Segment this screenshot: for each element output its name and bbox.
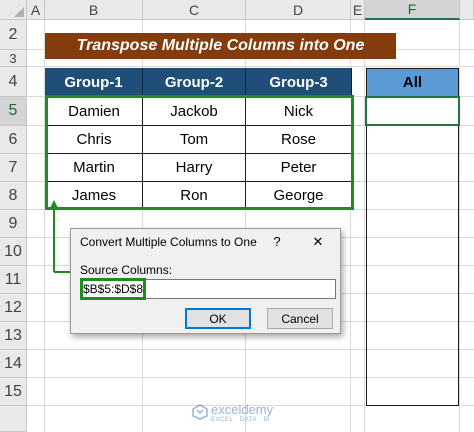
row-header-15[interactable]: 15 (0, 378, 27, 406)
row-header-5[interactable]: 5 (0, 97, 27, 126)
gridline (364, 20, 365, 432)
row-header-12[interactable]: 12 (0, 294, 27, 322)
watermark: exceldemy EXCEL · DATA · BI (192, 402, 292, 428)
table-header-group-2[interactable]: Group-2 (143, 68, 246, 97)
source-columns-label: Source Columns: (80, 263, 173, 277)
column-header-b[interactable]: B (45, 0, 143, 20)
row-header-7[interactable]: 7 (0, 154, 27, 182)
watermark-tagline: EXCEL · DATA · BI (211, 417, 271, 423)
row-header-8[interactable]: 8 (0, 182, 27, 210)
row-header-6[interactable]: 6 (0, 126, 27, 154)
row-header-14[interactable]: 14 (0, 350, 27, 378)
row-header-10[interactable]: 10 (0, 238, 27, 266)
output-header-all[interactable]: All (366, 68, 459, 97)
exceldemy-logo-icon (192, 404, 208, 420)
column-header-f[interactable]: F (365, 0, 460, 20)
dialog-title: Convert Multiple Columns to One (80, 235, 257, 249)
column-header-d[interactable]: D (246, 0, 351, 20)
active-cell-f5[interactable] (365, 96, 460, 126)
watermark-name: exceldemy (211, 402, 274, 417)
gridline (459, 20, 460, 432)
ok-button[interactable]: OK (185, 308, 251, 329)
convert-columns-dialog: Convert Multiple Columns to One ? ✕ Sour… (70, 228, 341, 334)
column-header-a[interactable]: A (27, 0, 45, 20)
gridline (27, 66, 474, 67)
select-all-corner[interactable] (0, 0, 27, 20)
table-header-group-3[interactable]: Group-3 (246, 68, 352, 97)
cancel-button[interactable]: Cancel (267, 308, 333, 329)
row-header-9[interactable]: 9 (0, 210, 27, 238)
row-header-11[interactable]: 11 (0, 266, 27, 294)
column-header-e[interactable]: E (351, 0, 365, 20)
column-header-c[interactable]: C (143, 0, 246, 20)
column-header-g-partial[interactable] (460, 0, 474, 20)
row-header-3[interactable]: 3 (0, 50, 27, 67)
sheet-title: Transpose Multiple Columns into One (45, 33, 396, 59)
close-icon[interactable]: ✕ (309, 233, 327, 251)
row-header-2[interactable]: 2 (0, 20, 27, 50)
selection-highlight-box (45, 95, 354, 210)
row-header-16-partial[interactable] (0, 406, 27, 432)
corner-triangle-icon (14, 7, 24, 17)
output-column-range (366, 97, 459, 406)
source-range-value: $B$5:$D$8 (80, 278, 146, 300)
help-button[interactable]: ? (268, 233, 286, 251)
row-header-4[interactable]: 4 (0, 67, 27, 97)
table-header-group-1[interactable]: Group-1 (45, 68, 143, 97)
row-header-13[interactable]: 13 (0, 322, 27, 350)
